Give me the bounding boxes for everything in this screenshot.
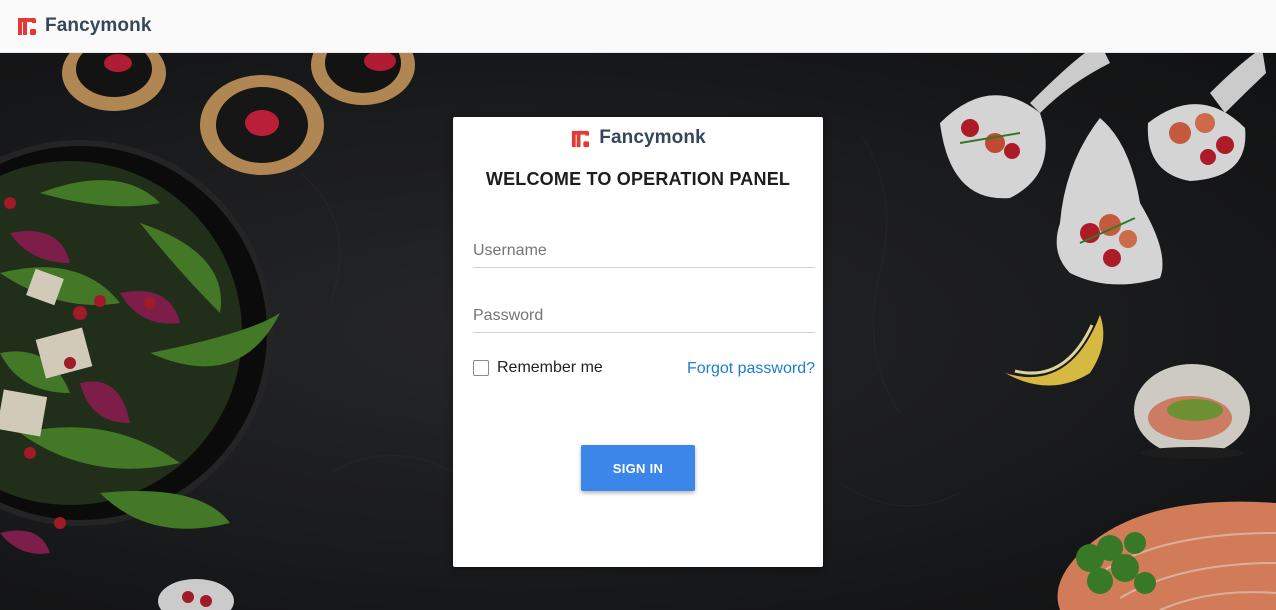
password-input[interactable] (473, 299, 815, 333)
top-header: Fancymonk (0, 0, 1276, 53)
username-input[interactable] (473, 234, 815, 268)
remember-me-group[interactable]: Remember me (473, 359, 603, 377)
card-brand-name: Fancymonk (599, 127, 706, 148)
header-brand[interactable]: Fancymonk (16, 15, 152, 37)
login-card: Fancymonk WELCOME TO OPERATION PANEL Rem… (453, 117, 823, 567)
remember-me-label[interactable]: Remember me (497, 359, 603, 377)
forgot-password-link[interactable]: Forgot password? (687, 360, 815, 378)
page-title: WELCOME TO OPERATION PANEL (485, 169, 791, 189)
remember-me-checkbox[interactable] (473, 360, 489, 376)
header-brand-name: Fancymonk (45, 15, 152, 36)
card-brand: Fancymonk (453, 127, 823, 149)
sign-in-button[interactable]: SIGN IN (581, 445, 695, 491)
fancymonk-logo-icon (18, 18, 36, 35)
fancymonk-logo-icon (572, 130, 590, 147)
